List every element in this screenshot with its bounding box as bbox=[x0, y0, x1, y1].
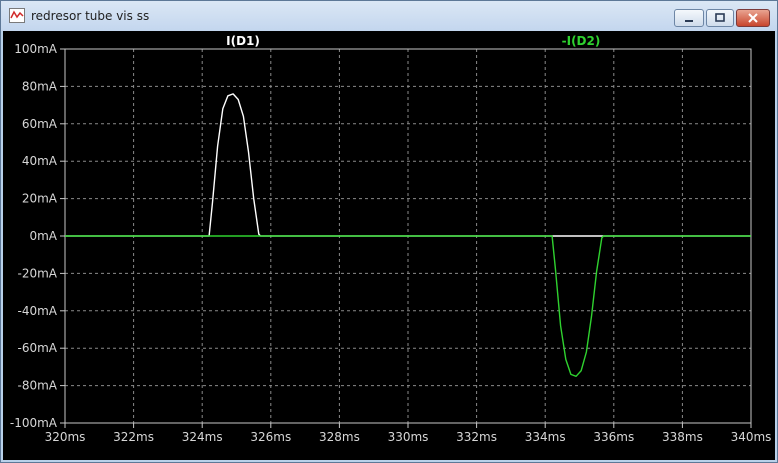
x-tick-label: 340ms bbox=[731, 430, 772, 444]
x-tick-label: 328ms bbox=[319, 430, 360, 444]
y-tick-label: 100mA bbox=[14, 42, 58, 56]
x-tick-label: 324ms bbox=[182, 430, 223, 444]
plot-window: redresor tube vis ss 320ms 322ms 324ms 326m… bbox=[0, 0, 778, 463]
minimize-button[interactable] bbox=[674, 9, 704, 27]
title-bar[interactable]: redresor tube vis ss bbox=[1, 1, 777, 31]
plot-pane[interactable]: 320ms 322ms 324ms 326ms 328ms 330ms 332ms 334ms… bbox=[3, 31, 775, 460]
close-icon bbox=[748, 13, 758, 23]
legend-label: I(D1) bbox=[226, 34, 260, 48]
y-tick-label: -80mA bbox=[18, 379, 58, 393]
x-tick-label: 332ms bbox=[456, 430, 497, 444]
maximize-icon bbox=[715, 13, 725, 22]
x-tick-label: 330ms bbox=[388, 430, 429, 444]
y-tick-label: -100mA bbox=[10, 416, 58, 430]
waveform-chart[interactable]: 320ms 322ms 324ms 326ms 328ms 330ms 332ms 334ms… bbox=[3, 31, 775, 460]
y-tick-label: 60mA bbox=[22, 117, 58, 131]
minimize-icon bbox=[685, 20, 693, 22]
x-tick-label: 336ms bbox=[593, 430, 634, 444]
x-tick-label: 320ms bbox=[45, 430, 86, 444]
y-tick-label: -40mA bbox=[18, 304, 58, 318]
maximize-button[interactable] bbox=[706, 9, 734, 27]
close-button[interactable] bbox=[736, 9, 770, 27]
y-tick-label: 0mA bbox=[29, 229, 57, 243]
y-tick-label: 20mA bbox=[22, 192, 58, 206]
x-tick-label: 334ms bbox=[525, 430, 566, 444]
waveform-icon bbox=[9, 8, 25, 23]
x-tick-label: 326ms bbox=[250, 430, 291, 444]
y-tick-label: 40mA bbox=[22, 154, 58, 168]
x-tick-label: 338ms bbox=[662, 430, 703, 444]
legend-label: -I(D2) bbox=[562, 34, 601, 48]
y-tick-label: -20mA bbox=[18, 266, 58, 280]
y-tick-label: -60mA bbox=[18, 341, 58, 355]
x-tick-label: 322ms bbox=[113, 430, 154, 444]
window-title: redresor tube vis ss bbox=[31, 9, 150, 23]
y-tick-label: 80mA bbox=[22, 79, 58, 93]
